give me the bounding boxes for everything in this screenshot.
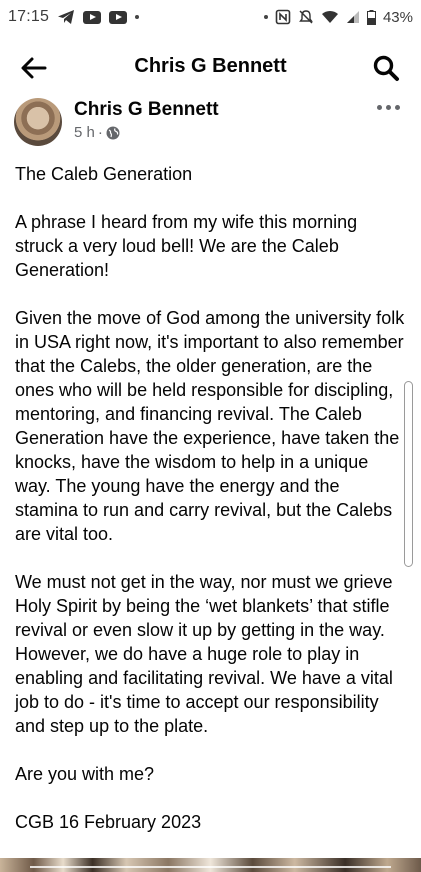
dot-icon [135,15,140,19]
more-options-icon [394,104,400,110]
back-button[interactable] [20,54,48,82]
scrollbar[interactable] [404,381,413,567]
post-paragraph: We must not get in the way, nor must we … [15,572,393,736]
post-paragraph: Are you with me? [15,764,155,784]
post-body: The Caleb Generation A phrase I heard fr… [15,162,407,858]
battery-icon [366,9,376,25]
post-meta: 5 h · [74,124,120,141]
post-paragraph: A phrase I heard from my wife this morni… [15,212,358,280]
globe-icon [106,126,120,140]
more-options-button[interactable] [375,100,401,114]
telegram-icon [57,9,75,25]
more-options-icon [376,104,382,110]
post-paragraph: CGB 16 February 2023 [15,812,202,832]
post-header: Chris G Bennett 5 h · [14,96,407,152]
back-arrow-icon [21,57,47,79]
more-options-icon [385,104,391,110]
avatar[interactable] [14,98,62,146]
wifi-icon [321,10,339,24]
status-time: 17:15 [8,8,50,25]
post-paragraph: Given the move of God among the universi… [15,308,405,544]
search-icon [373,55,399,81]
post-image-preview[interactable] [0,858,421,872]
youtube-icon [109,10,128,24]
post-paragraph: The Caleb Generation [15,164,193,184]
post-author[interactable]: Chris G Bennett [74,99,219,121]
battery-level: 43% [382,8,413,26]
app-header: Chris G Bennett [0,40,421,96]
search-button[interactable] [371,53,401,83]
post-time[interactable]: 5 h [74,124,95,141]
status-bar: 17:15 43% [0,0,421,34]
youtube-icon [83,10,102,24]
mute-icon [298,9,314,25]
meta-separator: · [97,124,103,141]
signal-icon [346,10,360,24]
divider [30,866,391,868]
page-title: Chris G Bennett [134,55,287,77]
nfc-icon [275,9,291,25]
dot-icon [263,15,268,19]
